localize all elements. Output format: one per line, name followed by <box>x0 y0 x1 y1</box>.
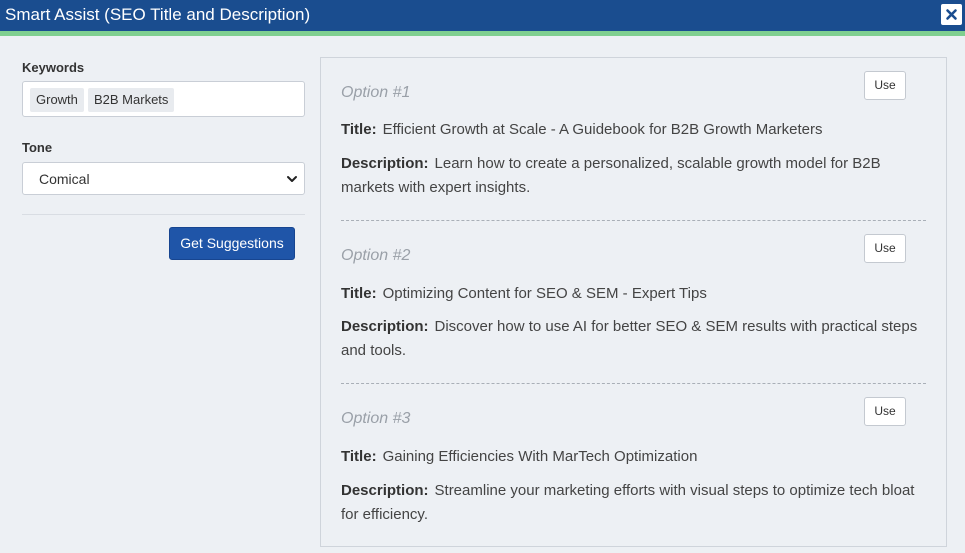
get-suggestions-button[interactable]: Get Suggestions <box>169 227 295 260</box>
description-label: Description: <box>341 155 429 172</box>
tone-selected-value: Comical <box>39 171 90 187</box>
option-title: Title: Optimizing Content for SEO & SEM -… <box>341 282 927 306</box>
form-divider <box>22 214 305 215</box>
title-label: Title: <box>341 448 377 465</box>
use-option-button[interactable]: Use <box>864 234 906 263</box>
option-title: Title: Efficient Growth at Scale - A Guid… <box>341 118 927 142</box>
option-description: Description: Streamline your marketing ef… <box>341 479 927 527</box>
option-title: Title: Gaining Efficiencies With MarTech … <box>341 445 927 469</box>
title-text: Gaining Efficiencies With MarTech Optimi… <box>382 448 698 465</box>
option-description: Description: Discover how to use AI for b… <box>341 315 927 363</box>
suggestions-panel: Option #1 Use Title: Efficient Growth at … <box>320 57 947 547</box>
description-label: Description: <box>341 318 429 335</box>
use-option-button[interactable]: Use <box>864 71 906 100</box>
option-heading: Option #1 <box>341 84 411 101</box>
close-button[interactable] <box>941 4 962 25</box>
option-heading: Option #3 <box>341 410 411 427</box>
title-label: Title: <box>341 121 377 138</box>
close-icon <box>946 9 957 20</box>
keywords-label: Keywords <box>22 60 85 75</box>
tone-label: Tone <box>22 140 53 155</box>
keyword-tag[interactable]: B2B Markets <box>88 88 175 112</box>
dialog-titlebar: Smart Assist (SEO Title and Description) <box>0 0 965 31</box>
keywords-input[interactable]: Growth B2B Markets <box>22 81 305 117</box>
keyword-tag[interactable]: Growth <box>30 88 84 112</box>
tone-select[interactable]: Comical <box>22 162 305 195</box>
use-option-button[interactable]: Use <box>864 397 906 426</box>
description-label: Description: <box>341 482 429 499</box>
accent-strip <box>0 31 965 36</box>
option-heading: Option #2 <box>341 247 411 264</box>
dialog-title: Smart Assist (SEO Title and Description) <box>5 5 311 24</box>
title-text: Efficient Growth at Scale - A Guidebook … <box>382 121 823 138</box>
option-description: Description: Learn how to create a person… <box>341 152 927 200</box>
option-separator <box>341 383 926 384</box>
title-text: Optimizing Content for SEO & SEM - Exper… <box>382 285 707 302</box>
option-separator <box>341 220 926 221</box>
title-label: Title: <box>341 285 377 302</box>
chevron-down-icon <box>287 176 297 182</box>
smart-assist-dialog: Smart Assist (SEO Title and Description)… <box>0 0 965 553</box>
